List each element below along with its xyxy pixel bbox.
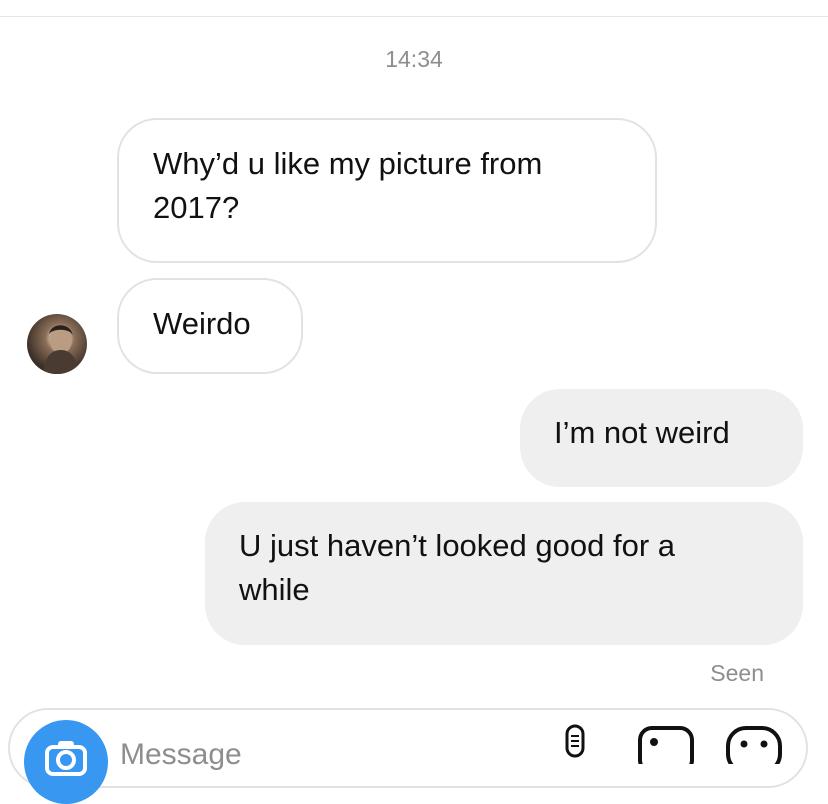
message-text-line: while (239, 572, 310, 607)
message-composer: Message (8, 708, 808, 804)
sender-avatar[interactable] (27, 314, 87, 374)
outgoing-message-bubble[interactable]: I’m not weird (520, 389, 803, 487)
message-timestamp: 14:34 (385, 46, 443, 72)
message-input[interactable]: Message (120, 738, 242, 772)
incoming-message-bubble[interactable]: Weirdo (117, 278, 303, 374)
message-text-line: Why’d u like my picture from (153, 146, 543, 181)
camera-button[interactable] (24, 720, 108, 804)
seen-status: Seen (710, 660, 764, 686)
message-text-line: U just haven’t looked good for a (239, 528, 675, 563)
sticker-icon[interactable] (722, 724, 786, 764)
outgoing-message-bubble[interactable]: U just haven’t looked good for a while (205, 502, 803, 645)
avatar-image (43, 325, 79, 374)
message-text: Weirdo (153, 306, 251, 341)
camera-icon (45, 741, 87, 776)
message-text: I’m not weird (554, 415, 730, 450)
microphone-icon[interactable] (562, 724, 588, 764)
top-divider (0, 16, 828, 17)
gallery-icon[interactable] (634, 724, 698, 764)
incoming-message-bubble[interactable]: Why’d u like my picture from 2017? (117, 118, 657, 263)
message-text-line: 2017? (153, 190, 240, 225)
